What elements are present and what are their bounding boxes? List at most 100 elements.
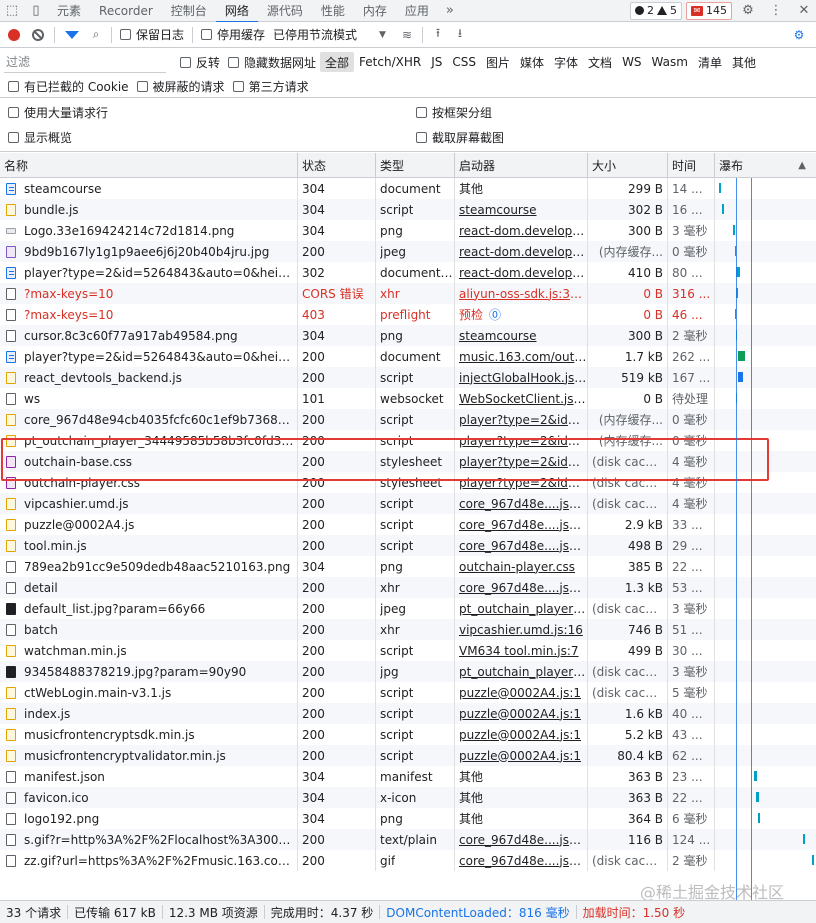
cell-initiator[interactable]: core_967d48e....js?96...: [455, 577, 588, 598]
inspect-element-icon[interactable]: ⬚: [0, 0, 24, 22]
checkbox-box[interactable]: [8, 106, 19, 118]
settings-gear-icon[interactable]: ⚙: [736, 0, 760, 22]
col-time[interactable]: 时间: [668, 153, 715, 178]
table-row[interactable]: bundle.js 304 script steamcourse 302 B 16 ...: [0, 199, 816, 220]
cell-initiator[interactable]: player?type=2&id=5...: [455, 472, 588, 493]
table-row[interactable]: s.gif?r=http%3A%2F%2Flocalhost%3A3000%2F…: [0, 829, 816, 850]
cell-initiator[interactable]: core_967d48e....js?96...: [455, 493, 588, 514]
cell-initiator[interactable]: puzzle@0002A4.js:1: [455, 745, 588, 766]
filter-type-8[interactable]: WS: [617, 52, 646, 72]
table-row[interactable]: index.js 200 script puzzle@0002A4.js:1 1.6 k…: [0, 703, 816, 724]
cell-initiator[interactable]: react-dom.developm...: [455, 262, 588, 283]
col-status[interactable]: 状态: [298, 153, 376, 178]
cell-initiator[interactable]: steamcourse: [455, 199, 588, 220]
table-row[interactable]: musicfrontencryptvalidator.min.js 200 scri…: [0, 745, 816, 766]
table-row[interactable]: pt_outchain_player_34449585b58b3fc0fd313…: [0, 430, 816, 451]
checkbox-box[interactable]: [8, 131, 19, 143]
checkbox-box[interactable]: [228, 56, 240, 68]
filter-type-5[interactable]: 媒体: [515, 52, 549, 72]
checkbox-box[interactable]: [120, 29, 131, 40]
capture-screenshots-checkbox[interactable]: 截取屏幕截图: [416, 126, 504, 148]
col-initiator[interactable]: 启动器: [455, 153, 588, 178]
cell-initiator[interactable]: 其他: [455, 787, 588, 808]
filter-type-9[interactable]: Wasm: [647, 52, 693, 72]
checkbox-box[interactable]: [201, 29, 213, 40]
table-row[interactable]: default_list.jpg?param=66y66 200 jpeg pt_ou…: [0, 598, 816, 619]
overview-checkbox[interactable]: 显示概览: [8, 126, 72, 148]
table-row[interactable]: Logo.33e169424214c72d1814.png 304 png react…: [0, 220, 816, 241]
col-waterfall[interactable]: 瀑布 ▲: [715, 153, 816, 178]
tab-1[interactable]: Recorder: [90, 0, 162, 22]
cell-initiator[interactable]: pt_outchain_player_3...: [455, 598, 588, 619]
cell-initiator[interactable]: aliyun-oss-sdk.js:34391: [455, 283, 588, 304]
cell-initiator[interactable]: core_967d48e....js?96...: [455, 850, 588, 871]
table-row[interactable]: outchain-player.css 200 stylesheet player?t…: [0, 472, 816, 493]
network-settings-gear-icon[interactable]: ⚙: [788, 22, 810, 48]
col-name[interactable]: 名称: [0, 153, 298, 178]
export-har-icon[interactable]: ⭳: [449, 22, 471, 48]
record-icon[interactable]: [8, 28, 20, 41]
table-row[interactable]: detail 200 xhr core_967d48e....js?96... 1.3 …: [0, 577, 816, 598]
tab-0[interactable]: 元素: [48, 0, 90, 22]
table-row[interactable]: 9bd9b167ly1g1p9aee6j6j20b40b4jru.jpg 200 j…: [0, 241, 816, 262]
cell-initiator[interactable]: core_967d48e....js?96...: [455, 535, 588, 556]
cell-initiator[interactable]: puzzle@0002A4.js:1: [455, 703, 588, 724]
more-options-icon[interactable]: ⋮: [764, 0, 788, 22]
table-row[interactable]: logo192.png 304 png 其他 364 B 6 毫秒: [0, 808, 816, 829]
table-row[interactable]: 789ea2b91cc9e509dedb48aac5210163.png 304 p…: [0, 556, 816, 577]
big-rows-checkbox[interactable]: 使用大量请求行: [8, 101, 108, 123]
tab-5[interactable]: 性能: [312, 0, 354, 22]
filter-type-10[interactable]: 清单: [693, 52, 727, 72]
cell-initiator[interactable]: player?type=2&id=5...: [455, 409, 588, 430]
cell-initiator[interactable]: pt_outchain_player_3...: [455, 661, 588, 682]
filter-type-0[interactable]: 全部: [320, 52, 355, 72]
cell-initiator[interactable]: puzzle@0002A4.js:1: [455, 724, 588, 745]
table-row[interactable]: react_devtools_backend.js 200 script inject…: [0, 367, 816, 388]
filter-type-11[interactable]: 其他: [727, 52, 761, 72]
cell-initiator[interactable]: core_967d48e....js?96...: [455, 514, 588, 535]
cell-initiator[interactable]: outchain-player.css: [455, 556, 588, 577]
table-row[interactable]: outchain-base.css 200 stylesheet player?typ…: [0, 451, 816, 472]
table-row[interactable]: puzzle@0002A4.js 200 script core_967d48e...…: [0, 514, 816, 535]
tab-3[interactable]: 网络: [215, 0, 258, 23]
table-row[interactable]: core_967d48e94cb4035fcfc60c1ef9b7368e.js…: [0, 409, 816, 430]
cell-initiator[interactable]: 其他: [455, 808, 588, 829]
filter-type-4[interactable]: 图片: [481, 52, 515, 72]
console-counts-badge[interactable]: 2 5: [630, 1, 682, 20]
table-row[interactable]: batch 200 xhr vipcashier.umd.js:16 746 B 51 .…: [0, 619, 816, 640]
table-row[interactable]: musicfrontencryptsdk.min.js 200 script puzz…: [0, 724, 816, 745]
cell-initiator[interactable]: injectGlobalHook.js:2...: [455, 367, 588, 388]
cell-initiator[interactable]: music.163.com/outch...: [455, 346, 588, 367]
table-row[interactable]: ?max-keys=10 403 preflight 预检 ⓪ 0 B 46 ...: [0, 304, 816, 325]
filter-type-6[interactable]: 字体: [549, 52, 583, 72]
table-row[interactable]: 93458488378219.jpg?param=90y90 200 jpg pt_o…: [0, 661, 816, 682]
col-size[interactable]: 大小: [588, 153, 668, 178]
filter-type-2[interactable]: JS: [426, 52, 447, 72]
cell-initiator[interactable]: WebSocketClient.js:16: [455, 388, 588, 409]
cell-initiator[interactable]: player?type=2&id=5...: [455, 451, 588, 472]
filter-type-1[interactable]: Fetch/XHR: [354, 52, 426, 72]
cell-initiator[interactable]: react-dom.developm...: [455, 220, 588, 241]
cell-initiator[interactable]: 其他: [455, 178, 588, 199]
col-type[interactable]: 类型: [376, 153, 455, 178]
cell-initiator[interactable]: steamcourse: [455, 325, 588, 346]
filter-icon[interactable]: [65, 30, 79, 39]
table-row[interactable]: steamcourse 304 document 其他 299 B 14 ...: [0, 178, 816, 199]
more-tabs-button[interactable]: »: [438, 3, 462, 18]
table-row[interactable]: player?type=2&id=5264843&auto=0&height=6…: [0, 262, 816, 283]
cell-initiator[interactable]: VM634 tool.min.js:7: [455, 640, 588, 661]
blocked-cookies-checkbox[interactable]: 有已拦截的 Cookie: [4, 76, 133, 97]
device-toolbar-icon[interactable]: ▯: [24, 0, 48, 22]
table-row[interactable]: player?type=2&id=5264843&auto=0&height=6…: [0, 346, 816, 367]
cell-initiator[interactable]: react-dom.developm...: [455, 241, 588, 262]
table-row[interactable]: ?max-keys=10 CORS 错误 xhr aliyun-oss-sdk.js:…: [0, 283, 816, 304]
table-row[interactable]: vipcashier.umd.js 200 script core_967d48e..…: [0, 493, 816, 514]
cell-initiator[interactable]: vipcashier.umd.js:16: [455, 619, 588, 640]
cell-initiator[interactable]: core_967d48e....js?96...: [455, 829, 588, 850]
checkbox-box[interactable]: [180, 56, 191, 68]
close-icon[interactable]: ✕: [792, 0, 816, 22]
cell-initiator[interactable]: puzzle@0002A4.js:1: [455, 682, 588, 703]
tab-2[interactable]: 控制台: [162, 0, 216, 22]
preflight-info-icon[interactable]: ⓪: [489, 306, 501, 323]
group-by-frame-checkbox[interactable]: 按框架分组: [416, 101, 492, 123]
